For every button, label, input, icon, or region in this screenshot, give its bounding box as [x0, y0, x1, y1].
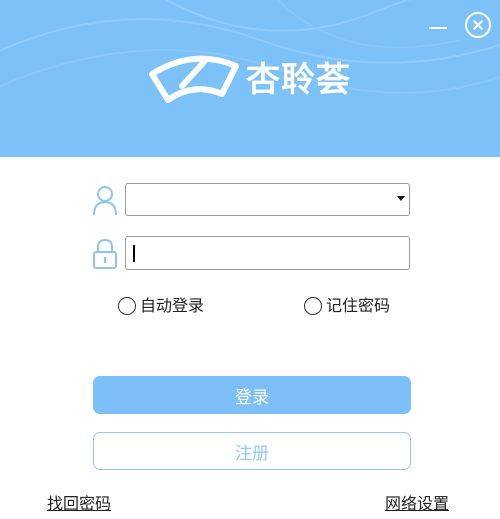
login-button[interactable]: 登录	[93, 376, 411, 414]
remember-password-label: 记住密码	[326, 296, 391, 315]
auto-login-label: 自动登录	[140, 296, 205, 315]
password-field[interactable]	[125, 236, 410, 270]
caret-down-icon[interactable]	[397, 196, 405, 201]
close-circle-icon[interactable]	[465, 12, 491, 38]
minimize-icon[interactable]	[426, 16, 450, 38]
remember-password-radio[interactable]	[304, 297, 322, 315]
remember-password-option[interactable]: 记住密码	[304, 296, 390, 316]
auto-login-option[interactable]: 自动登录	[118, 296, 204, 316]
register-button[interactable]: 注册	[93, 432, 411, 470]
username-input[interactable]	[126, 184, 384, 215]
text-caret	[133, 245, 135, 262]
password-input[interactable]	[126, 237, 409, 269]
network-settings-link[interactable]: 网络设置	[385, 494, 449, 514]
brand-name: 杏聆荟	[246, 60, 351, 100]
user-icon	[93, 186, 117, 216]
auto-login-radio[interactable]	[118, 297, 136, 315]
lock-icon	[93, 238, 117, 269]
forgot-password-link[interactable]: 找回密码	[47, 494, 111, 514]
windshield-logo-icon	[149, 55, 239, 103]
header-banner: 杏聆荟	[0, 0, 500, 157]
username-combobox[interactable]	[125, 183, 410, 216]
